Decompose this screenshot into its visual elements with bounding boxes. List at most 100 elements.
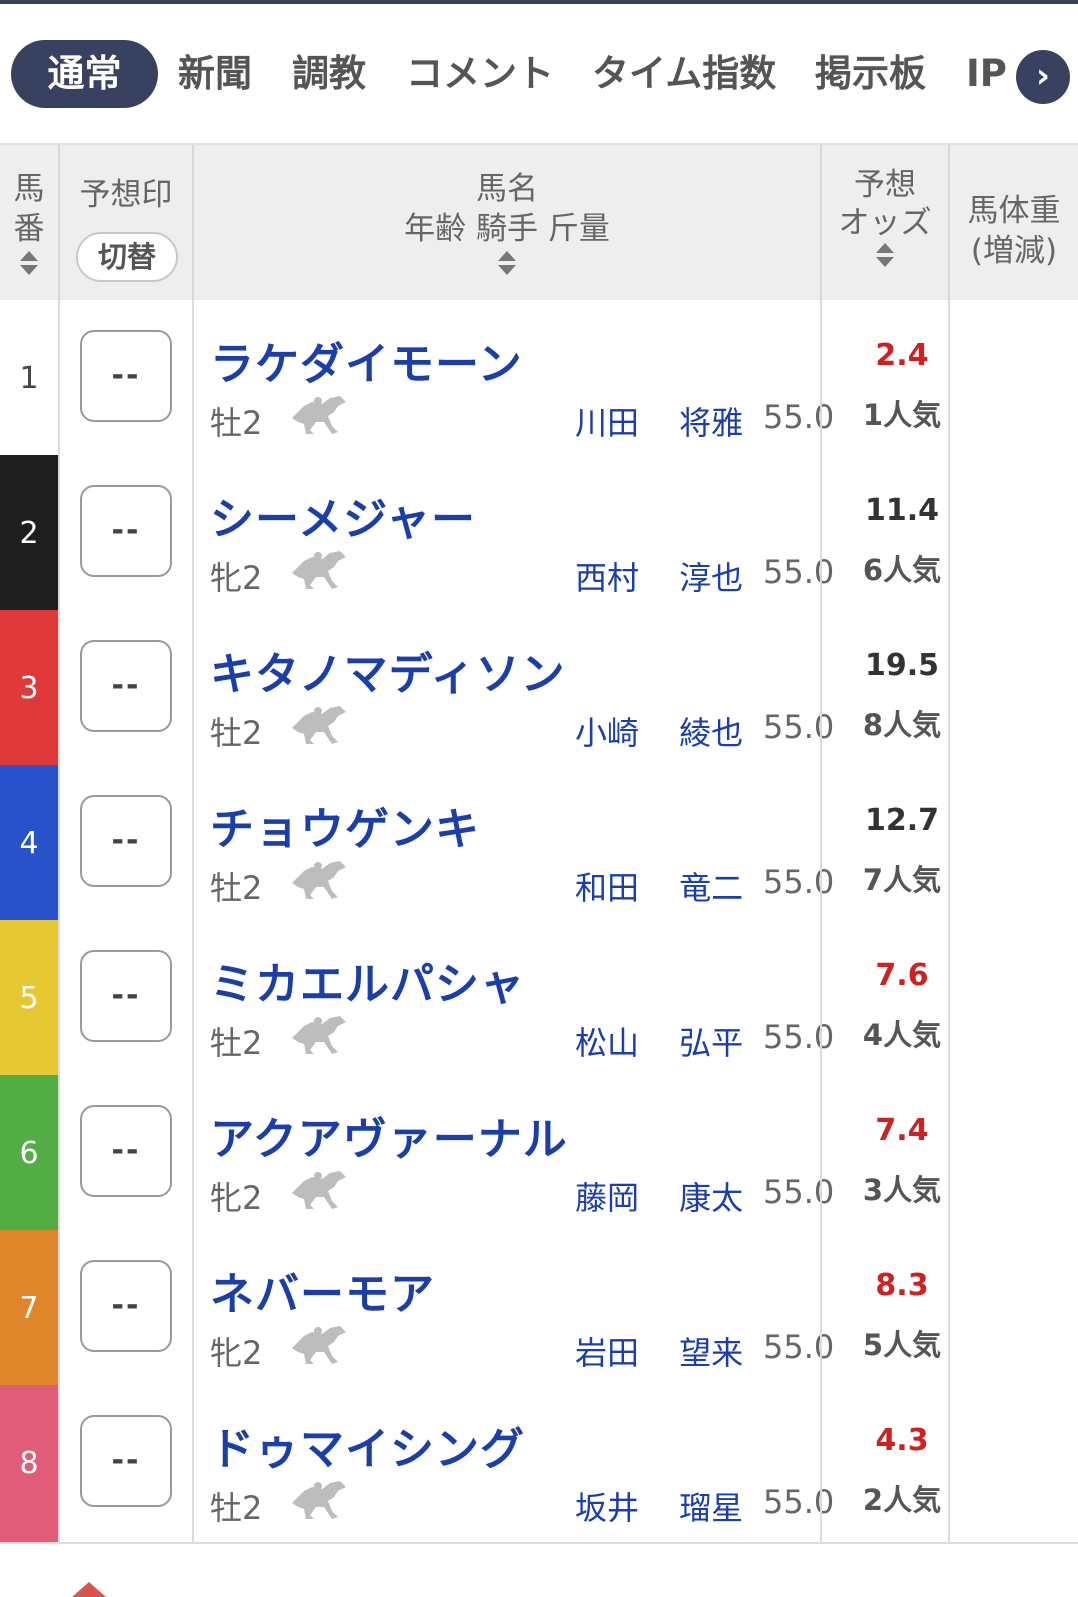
horse-name-link[interactable]: チョウゲンキ	[210, 793, 480, 857]
table-row: 2 -- シーメジャー 牝2 西村 淳也 55.0 11.4 6人気	[0, 455, 1078, 614]
prediction-mark-button[interactable]: --	[80, 795, 172, 887]
odds-value: 8.3	[875, 1268, 929, 1303]
horse-sex-age: 牡2	[210, 714, 263, 752]
table-header: 馬 番 予想印 切替 馬名 年齢 騎手 斤量 予想 オッズ 馬体重 (増減)	[0, 143, 1078, 302]
horse-name-link[interactable]: ミカエルパシャ	[210, 948, 525, 1012]
header-umaban-label-2: 番	[13, 211, 45, 247]
odds-value: 4.3	[875, 1423, 929, 1458]
odds-value: 12.7	[864, 803, 940, 838]
table-row: 1 -- ラケダイモーン 牡2 川田 将雅 55.0 2.4 1人気	[0, 300, 1078, 459]
horse-icon	[292, 1326, 346, 1364]
horse-icon	[292, 1016, 346, 1054]
horse-sex-age: 牡2	[210, 404, 263, 442]
odds-value: 7.4	[875, 1113, 929, 1148]
table-row: 3 -- キタノマディソン 牡2 小崎 綾也 55.0 19.5 8人気	[0, 610, 1078, 769]
horse-sex-age: 牡2	[210, 1024, 263, 1062]
prediction-mark-button[interactable]: --	[80, 330, 172, 422]
horse-icon	[292, 1481, 346, 1519]
popularity-rank: 6人気	[862, 553, 942, 587]
odds-value: 2.4	[875, 338, 929, 373]
jockey-name-link[interactable]: 岩田 望来	[575, 1328, 755, 1374]
tab-training[interactable]: 調教	[292, 40, 366, 108]
sort-icon	[20, 251, 38, 275]
scroll-top-indicator	[72, 1582, 106, 1597]
popularity-rank: 8人気	[862, 708, 942, 742]
tab-comment[interactable]: コメント	[406, 40, 554, 108]
header-weight-label-1: 馬体重	[967, 193, 1061, 229]
table-row: 4 -- チョウゲンキ 牡2 和田 竜二 55.0 12.7 7人気	[0, 765, 1078, 924]
header-name-label-2: 年齢 騎手 斤量	[404, 211, 610, 247]
header-odds-label-2: オッズ	[838, 205, 932, 241]
odds-value: 19.5	[864, 648, 940, 683]
sort-icon	[876, 243, 894, 267]
header-horse-name[interactable]: 馬名 年齢 騎手 斤量	[194, 145, 820, 300]
header-weight-label-2: (増減)	[970, 233, 1058, 269]
jockey-name-link[interactable]: 松山 弘平	[575, 1018, 755, 1064]
horse-number: 3	[0, 610, 58, 767]
popularity-rank: 1人気	[862, 398, 942, 432]
tab-time-index[interactable]: タイム指数	[592, 40, 776, 108]
horse-sex-age: 牝2	[210, 1179, 263, 1217]
chevron-right-icon[interactable]: ›	[1016, 50, 1070, 104]
mark-switch-button[interactable]: 切替	[76, 232, 178, 282]
horse-number: 8	[0, 1385, 58, 1542]
horse-name-link[interactable]: キタノマディソン	[210, 638, 566, 702]
carried-weight: 55.0	[763, 1173, 835, 1211]
carried-weight: 55.0	[763, 863, 835, 901]
table-row: 7 -- ネバーモア 牝2 岩田 望来 55.0 8.3 5人気	[0, 1230, 1078, 1389]
table-row: 5 -- ミカエルパシャ 牡2 松山 弘平 55.0 7.6 4人気	[0, 920, 1078, 1079]
horse-icon	[292, 1171, 346, 1209]
jockey-name-link[interactable]: 小崎 綾也	[575, 708, 755, 754]
header-name-label-1: 馬名	[476, 171, 538, 207]
header-mark-label: 予想印	[79, 177, 173, 213]
jockey-name-link[interactable]: 和田 竜二	[575, 863, 755, 909]
header-umaban[interactable]: 馬 番	[0, 145, 58, 300]
horse-name-link[interactable]: ネバーモア	[210, 1258, 435, 1322]
horse-number: 5	[0, 920, 58, 1077]
horse-name-link[interactable]: ドゥマイシング	[210, 1413, 525, 1477]
odds-value: 7.6	[875, 958, 929, 993]
horse-name-link[interactable]: アクアヴァーナル	[210, 1103, 568, 1167]
tab-bar: 通常 新聞 調教 コメント タイム指数 掲示板 IP ›	[0, 4, 1078, 142]
tab-ip[interactable]: IP	[966, 40, 1007, 108]
tab-bbs[interactable]: 掲示板	[815, 40, 926, 108]
prediction-mark-button[interactable]: --	[80, 950, 172, 1042]
horse-number: 1	[0, 300, 58, 457]
header-umaban-label-1: 馬	[13, 171, 45, 207]
prediction-mark-button[interactable]: --	[80, 485, 172, 577]
horse-name-link[interactable]: ラケダイモーン	[210, 328, 523, 392]
horse-icon	[292, 861, 346, 899]
carried-weight: 55.0	[763, 1483, 835, 1521]
horse-icon	[292, 706, 346, 744]
prediction-mark-button[interactable]: --	[80, 1105, 172, 1197]
popularity-rank: 2人気	[862, 1483, 942, 1517]
horse-name-link[interactable]: シーメジャー	[210, 483, 476, 547]
tab-normal[interactable]: 通常	[11, 40, 158, 108]
horse-number: 6	[0, 1075, 58, 1232]
jockey-name-link[interactable]: 川田 将雅	[575, 398, 755, 444]
table-row: 8 -- ドゥマイシング 牡2 坂井 瑠星 55.0 4.3 2人気	[0, 1385, 1078, 1544]
prediction-mark-button[interactable]: --	[80, 640, 172, 732]
prediction-mark-button[interactable]: --	[80, 1260, 172, 1352]
header-mark: 予想印 切替	[60, 145, 192, 300]
horse-icon	[292, 396, 346, 434]
horse-sex-age: 牝2	[210, 559, 263, 597]
jockey-name-link[interactable]: 藤岡 康太	[575, 1173, 755, 1219]
jockey-name-link[interactable]: 西村 淳也	[575, 553, 755, 599]
odds-value: 11.4	[864, 493, 940, 528]
jockey-name-link[interactable]: 坂井 瑠星	[575, 1483, 755, 1529]
horse-sex-age: 牡2	[210, 1489, 263, 1527]
popularity-rank: 7人気	[862, 863, 942, 897]
horse-number: 4	[0, 765, 58, 922]
header-odds[interactable]: 予想 オッズ	[822, 145, 948, 300]
header-body-weight: 馬体重 (増減)	[950, 145, 1078, 300]
horse-sex-age: 牝2	[210, 1334, 263, 1372]
prediction-mark-button[interactable]: --	[80, 1415, 172, 1507]
table-row: 6 -- アクアヴァーナル 牝2 藤岡 康太 55.0 7.4 3人気	[0, 1075, 1078, 1234]
carried-weight: 55.0	[763, 1018, 835, 1056]
horse-sex-age: 牡2	[210, 869, 263, 907]
sort-icon	[498, 251, 516, 275]
horse-number: 2	[0, 455, 58, 612]
carried-weight: 55.0	[763, 1328, 835, 1366]
tab-newspaper[interactable]: 新聞	[178, 40, 252, 108]
